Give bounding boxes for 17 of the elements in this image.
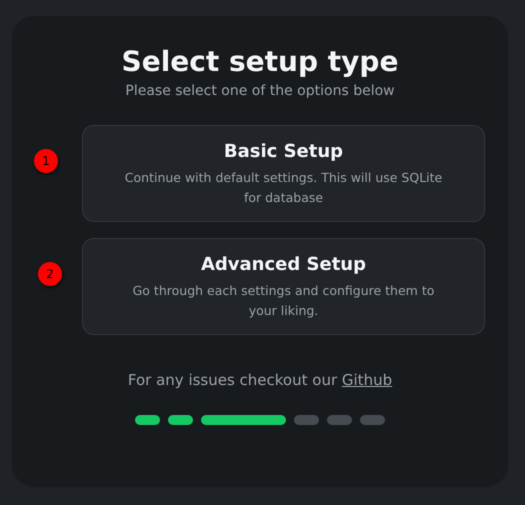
setup-option-card[interactable]: Basic Setup Continue with default settings. This will use SQLite for database [82,125,485,222]
option-title: Basic Setup [224,140,344,164]
progress-step [360,415,385,425]
github-link[interactable]: Github [342,371,392,389]
page-subtitle: Please select one of the options below [125,82,395,101]
progress-step [294,415,319,425]
progress-step [135,415,160,425]
number-badge: 1 [34,149,58,173]
number-badge: 2 [38,262,62,286]
footer-text: For any issues checkout our [128,371,338,389]
page-title: Select setup type [122,44,398,80]
option-description: Go through each settings and configure them to your liking. [132,282,436,320]
progress-step [327,415,352,425]
progress-step [168,415,193,425]
option-description: Continue with default settings. This will use SQLite for database [124,169,444,207]
option-title: Advanced Setup [200,253,366,277]
setup-option-card[interactable]: Advanced Setup Go through each settings and configure them to your liking. [82,238,485,335]
